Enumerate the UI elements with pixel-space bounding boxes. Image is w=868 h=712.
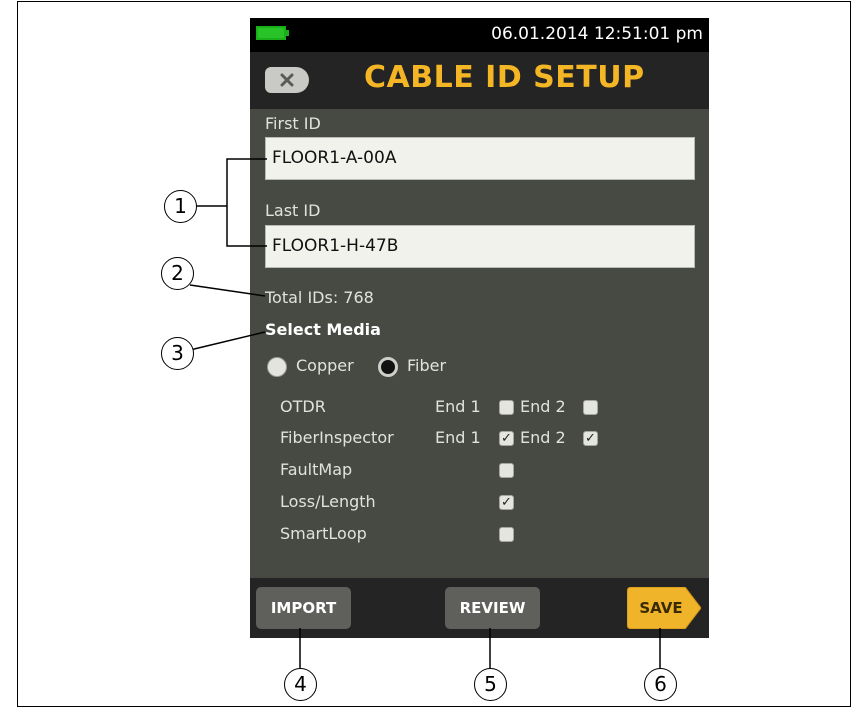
callout-3-line	[189, 331, 266, 351]
callout-1: 1	[164, 190, 197, 223]
callout-3: 3	[161, 337, 194, 370]
callout-4: 4	[284, 668, 317, 701]
callout-5: 5	[474, 668, 507, 701]
callout-2: 2	[161, 257, 194, 290]
callout-1-bracket	[226, 158, 267, 247]
callout-lines	[189, 158, 661, 668]
callout-6: 6	[644, 668, 677, 701]
callout-2-line	[189, 284, 266, 297]
